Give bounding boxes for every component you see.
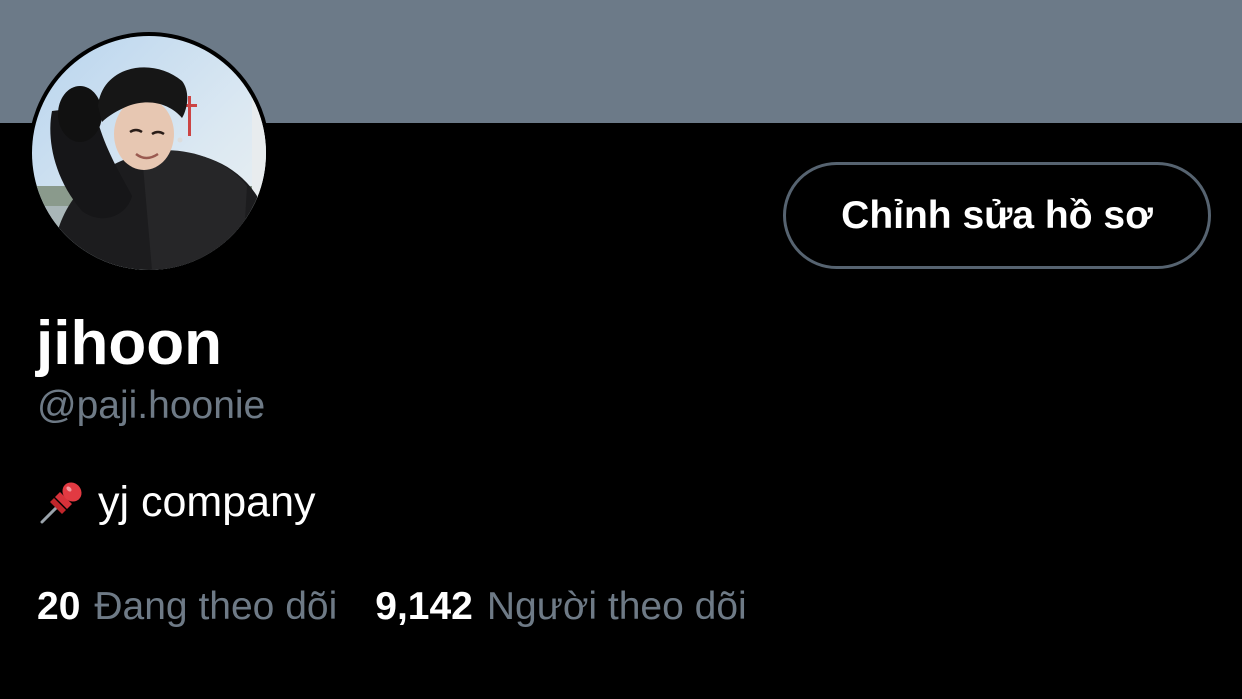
following-link[interactable]: 20 Đang theo dõi xyxy=(37,583,337,631)
following-count: 20 xyxy=(37,585,81,628)
edit-profile-button[interactable]: Chỉnh sửa hồ sơ xyxy=(783,162,1211,269)
bio: yj company xyxy=(36,474,315,530)
followers-link[interactable]: 9,142 Người theo dõi xyxy=(375,583,746,631)
followers-count: 9,142 xyxy=(375,585,473,628)
display-name: jihoon xyxy=(36,309,222,378)
profile-page: Chỉnh sửa hồ sơ jihoon @paji.hoonie yj c… xyxy=(0,0,1242,699)
followers-label: Người theo dõi xyxy=(486,585,747,628)
bio-text: yj company xyxy=(98,477,316,526)
follow-stats: 20 Đang theo dõi 9,142 Người theo dõi xyxy=(37,583,747,631)
username-handle: @paji.hoonie xyxy=(37,384,266,427)
avatar-photo xyxy=(32,36,266,270)
following-label: Đang theo dõi xyxy=(94,585,338,628)
pushpin-icon xyxy=(36,476,88,528)
avatar[interactable] xyxy=(28,32,270,274)
